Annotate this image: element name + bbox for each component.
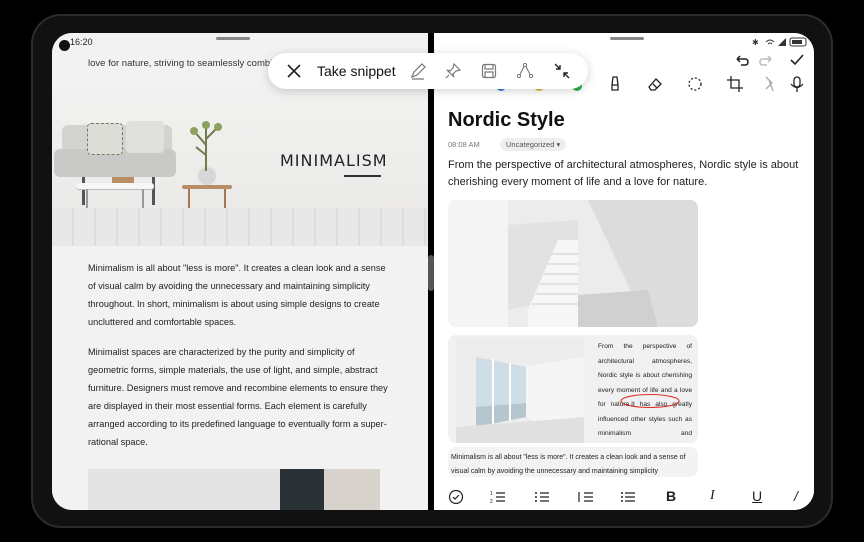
close-icon[interactable] <box>285 62 303 80</box>
redo-icon[interactable] <box>758 51 776 69</box>
take-snippet-label: Take snippet <box>317 63 396 79</box>
document-text-top: love for nature, striving to seamlessly … <box>88 58 283 69</box>
chevron-down-icon: ▾ <box>556 140 561 149</box>
pane-drag-handle-right[interactable] <box>610 37 644 40</box>
undo-icon[interactable] <box>732 51 750 69</box>
crop-icon[interactable] <box>553 62 571 80</box>
hero-title-underline <box>344 175 381 177</box>
pane-drag-handle[interactable] <box>216 37 250 40</box>
pin-icon[interactable] <box>444 62 462 80</box>
category-dropdown[interactable]: Uncategorized ▾ <box>500 138 567 151</box>
bullet-list-icon[interactable] <box>534 489 550 505</box>
card3-text: Minimalism is all about "less is more". … <box>451 454 686 475</box>
category-label: Uncategorized <box>506 140 555 149</box>
list-icon[interactable] <box>620 489 636 505</box>
left-pane-document[interactable]: 16:20 love for nature, striving to seaml… <box>52 33 428 510</box>
svg-text:2: 2 <box>490 499 493 505</box>
pen-icon[interactable] <box>409 62 427 80</box>
format-toolbar: 12 B I U / <box>434 485 814 510</box>
bold-icon[interactable]: B <box>666 488 676 504</box>
status-time: 16:20 <box>70 37 93 47</box>
note-card-image-text[interactable]: From the perspective of architectural at… <box>448 335 698 443</box>
ink-style-icon[interactable] <box>760 75 778 93</box>
lasso-icon[interactable] <box>686 75 704 93</box>
save-icon[interactable] <box>480 62 498 80</box>
screen: 16:20 love for nature, striving to seaml… <box>52 33 814 510</box>
note-time: 08:08 AM <box>448 140 480 149</box>
svg-text:1: 1 <box>490 491 493 497</box>
staircase-image[interactable] <box>448 200 698 327</box>
right-pane-notes[interactable]: ✱ Nordic Style 08:08 AM Uncategorized ▾ … <box>434 33 814 510</box>
indent-list-icon[interactable] <box>578 489 594 505</box>
strikethrough-icon[interactable]: / <box>794 488 798 504</box>
status-icons: ✱ <box>752 37 807 47</box>
front-camera <box>59 40 70 51</box>
room-window-image <box>456 337 584 443</box>
eraser-icon[interactable] <box>646 75 664 93</box>
paragraph-2: Minimalist spaces are characterized by t… <box>88 347 388 447</box>
share-icon[interactable] <box>516 62 534 80</box>
mic-icon[interactable] <box>788 75 806 93</box>
svg-text:✱: ✱ <box>752 38 759 47</box>
hero-title: MINIMALISM <box>280 151 388 170</box>
checklist-icon[interactable] <box>448 489 464 505</box>
note-title[interactable]: Nordic Style <box>448 109 565 132</box>
underline-icon[interactable]: U <box>752 488 762 504</box>
italic-icon[interactable]: I <box>710 488 715 504</box>
minimalism-hero-image: MINIMALISM <box>52 89 428 246</box>
snippet-toolbar: Take snippet <box>268 53 588 89</box>
check-icon[interactable] <box>788 51 806 69</box>
highlighter-icon[interactable] <box>606 75 624 93</box>
note-body[interactable]: From the perspective of architectural at… <box>448 157 804 191</box>
document-image-bottom <box>88 469 380 510</box>
numbered-list-icon[interactable]: 12 <box>490 489 506 505</box>
note-card-text[interactable]: Minimalism is all about "less is more". … <box>448 447 698 477</box>
paragraph-1: Minimalism is all about "less is more". … <box>88 263 386 327</box>
frame-icon[interactable] <box>726 75 744 93</box>
card-text: From the perspective of architectural at… <box>598 343 692 437</box>
red-annotation-circle <box>620 393 680 409</box>
